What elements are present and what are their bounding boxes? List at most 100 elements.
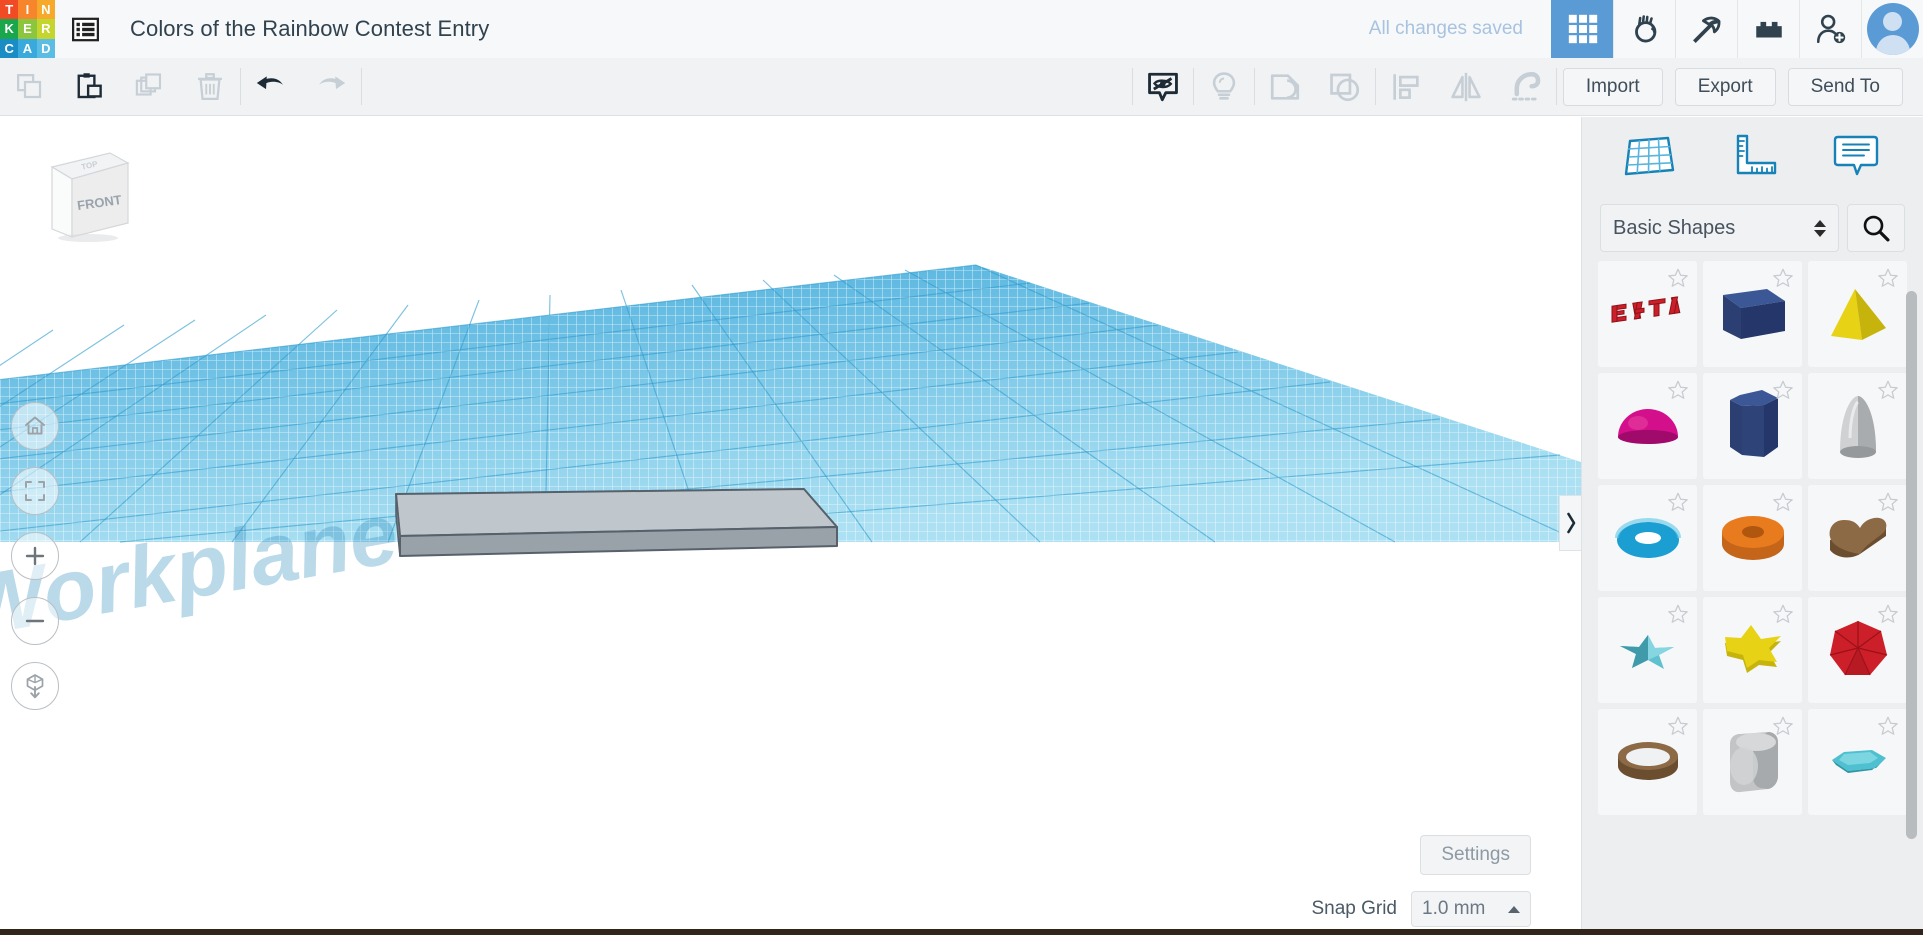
star-outline-icon[interactable] [1877,267,1899,289]
align-icon[interactable] [1376,58,1436,115]
star-outline-icon[interactable] [1667,715,1689,737]
logo-cell: I [18,0,36,19]
logo-cell: E [18,19,36,38]
star-shape-icon [1715,623,1791,677]
star-outline-icon[interactable] [1877,603,1899,625]
star-outline-icon[interactable] [1772,379,1794,401]
shape-cell-star-3d[interactable] [1598,597,1697,703]
export-button[interactable]: Export [1675,68,1776,106]
shape-cell-half-sphere[interactable] [1598,373,1697,479]
shape-cell-polyhedron[interactable] [1808,597,1907,703]
app-header: T I N K E R C A D Colors of the Rainbow … [0,0,1923,58]
send-to-button[interactable]: Send To [1788,68,1903,106]
fit-to-view-button[interactable] [11,467,59,515]
ruler-icon [1725,132,1781,180]
note-icon [1828,132,1884,180]
shape-cell-pyramid[interactable] [1808,261,1907,367]
perspective-toggle-button[interactable] [11,662,59,710]
polyhedron-shape-icon [1825,617,1891,683]
star-outline-icon[interactable] [1772,267,1794,289]
list-icon[interactable] [55,0,115,58]
star-outline-icon[interactable] [1877,715,1899,737]
shapes-scroll-area[interactable] [1582,261,1923,935]
hide-show-icon[interactable] [1133,58,1193,115]
star-outline-icon[interactable] [1667,603,1689,625]
tinkercad-app: T I N K E R C A D Colors of the Rainbow … [0,0,1923,935]
settings-button[interactable]: Settings [1420,835,1531,875]
shape-cell-text[interactable] [1598,261,1697,367]
heart-shape-icon [1820,510,1896,566]
ungroup-icon[interactable] [1315,58,1375,115]
minus-icon [23,609,47,633]
invite-person-icon[interactable] [1799,0,1861,58]
codeblocks-icon[interactable] [1613,0,1675,58]
shape-cell-hexagonal-prism[interactable] [1703,373,1802,479]
avatar[interactable] [1861,0,1923,58]
shape-cell-heart[interactable] [1808,485,1907,591]
duplicate-icon[interactable] [120,58,180,115]
redo-icon[interactable] [301,58,361,115]
pickaxe-icon[interactable] [1675,0,1737,58]
logo-cell: D [37,39,55,58]
star-outline-icon[interactable] [1772,715,1794,737]
shape-cell-tube[interactable] [1703,485,1802,591]
shape-cell-box[interactable] [1703,261,1802,367]
snap-grid-control: Snap Grid 1.0 mm [1311,891,1531,927]
design-viewport[interactable]: Workplane FRONT TOP [0,117,1581,935]
copy-icon[interactable] [0,58,60,115]
header-spacer [489,0,1340,58]
star-outline-icon[interactable] [1772,491,1794,513]
panel-scrollbar-track[interactable] [1909,117,1920,935]
toolbar-divider [1556,68,1557,105]
snap-grid-label: Snap Grid [1311,898,1397,920]
shapes-panel: Basic Shapes [1581,117,1923,935]
shape-cell-rounded-cube[interactable] [1703,709,1802,815]
grid-view-icon[interactable] [1551,0,1613,58]
panel-scrollbar-thumb[interactable] [1906,291,1917,839]
shape-cell-gem[interactable] [1808,709,1907,815]
workplane-tool[interactable] [1614,132,1686,180]
tinkercad-logo[interactable]: T I N K E R C A D [0,0,55,58]
text-shape-icon [1606,291,1690,337]
shape-category-value: Basic Shapes [1613,217,1735,240]
note-tool[interactable] [1820,132,1892,180]
fit-view-icon [23,479,47,503]
shape-cell-torus[interactable] [1598,485,1697,591]
view-cube[interactable]: FRONT TOP [38,137,133,242]
star-outline-icon[interactable] [1667,379,1689,401]
panel-collapse-toggle[interactable] [1559,495,1581,551]
brick-icon[interactable] [1737,0,1799,58]
logo-cell: R [37,19,55,38]
logo-cell: A [18,39,36,58]
shape-cell-ring[interactable] [1598,709,1697,815]
star-outline-icon[interactable] [1772,603,1794,625]
lightbulb-icon[interactable] [1194,58,1254,115]
home-view-button[interactable] [11,402,59,450]
star-outline-icon[interactable] [1877,379,1899,401]
ring-shape-icon [1610,738,1686,786]
star-outline-icon[interactable] [1877,491,1899,513]
workplane-surface: Workplane [0,265,1581,656]
flat-box-object [396,489,837,556]
logo-cell: C [0,39,18,58]
star-outline-icon[interactable] [1667,267,1689,289]
search-icon[interactable] [1847,204,1905,252]
shape-cell-star[interactable] [1703,597,1802,703]
ruler-tool[interactable] [1717,132,1789,180]
shape-cell-paraboloid[interactable] [1808,373,1907,479]
import-button[interactable]: Import [1563,68,1663,106]
delete-icon[interactable] [180,58,240,115]
zoom-out-button[interactable] [11,597,59,645]
shape-category-select[interactable]: Basic Shapes [1600,204,1839,252]
zoom-in-button[interactable] [11,532,59,580]
group-icon[interactable] [1255,58,1315,115]
workplane-canvas: Workplane [0,117,1581,935]
undo-icon[interactable] [241,58,301,115]
magnet-snap-icon[interactable] [1496,58,1556,115]
star-outline-icon[interactable] [1667,491,1689,513]
mirror-icon[interactable] [1436,58,1496,115]
paste-icon[interactable] [60,58,120,115]
snap-grid-select[interactable]: 1.0 mm [1411,891,1531,927]
shapes-grid [1598,261,1907,815]
page-title[interactable]: Colors of the Rainbow Contest Entry [115,0,489,58]
